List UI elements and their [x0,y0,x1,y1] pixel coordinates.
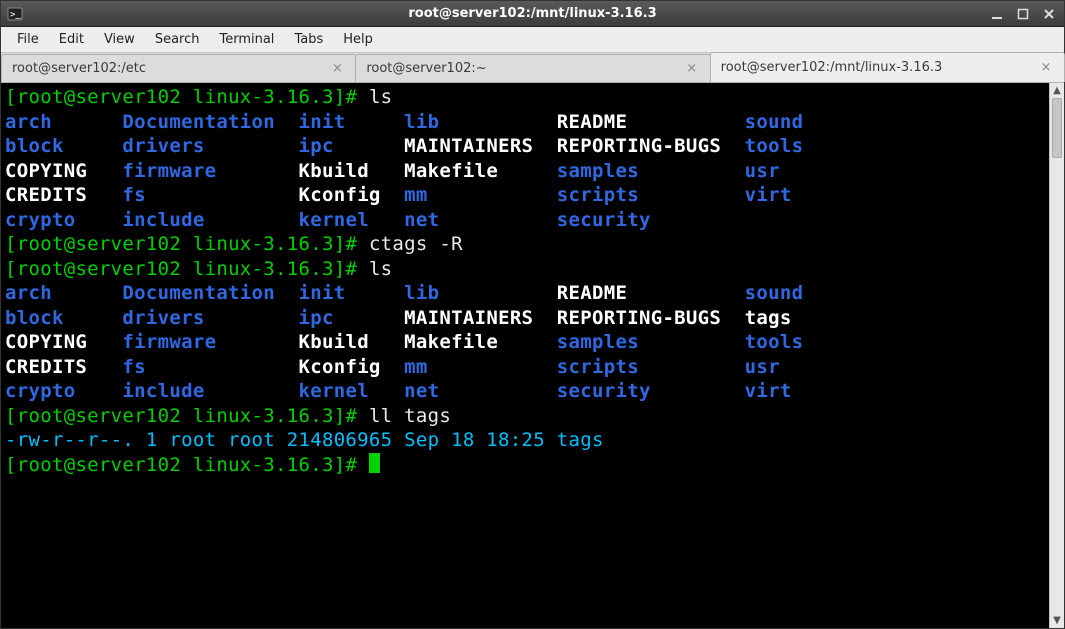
tab-label: root@server102:/mnt/linux-3.16.3 [721,60,1034,75]
terminal-output[interactable]: [root@server102 linux-3.16.3]# ls arch D… [1,83,1049,628]
menu-search[interactable]: Search [147,29,208,50]
menu-file[interactable]: File [9,29,47,50]
menu-edit[interactable]: Edit [51,29,92,50]
terminal-window: >_ root@server102:/mnt/linux-3.16.3 File… [0,0,1065,629]
app-icon: >_ [7,6,23,22]
tab-2[interactable]: root@server102:/mnt/linux-3.16.3 × [710,52,1065,82]
tab-1[interactable]: root@server102:~ × [355,54,710,82]
svg-text:>_: >_ [10,10,21,20]
tab-label: root@server102:/etc [12,61,325,76]
tab-label: root@server102:~ [366,61,679,76]
tab-close-icon[interactable]: × [329,61,345,77]
tab-close-icon[interactable]: × [1038,60,1054,76]
menu-terminal[interactable]: Terminal [211,29,282,50]
terminal-body: [root@server102 linux-3.16.3]# ls arch D… [1,83,1064,628]
window-title: root@server102:/mnt/linux-3.16.3 [1,6,1064,21]
close-button[interactable] [1040,6,1058,22]
window-controls [988,6,1058,22]
menu-view[interactable]: View [96,29,143,50]
maximize-button[interactable] [1014,6,1032,22]
titlebar[interactable]: >_ root@server102:/mnt/linux-3.16.3 [1,1,1064,27]
tab-close-icon[interactable]: × [684,61,700,77]
menubar: File Edit View Search Terminal Tabs Help [1,27,1064,53]
tab-0[interactable]: root@server102:/etc × [1,54,356,82]
menu-help[interactable]: Help [335,29,381,50]
scrollbar[interactable]: ▲ ▼ [1049,83,1064,628]
scroll-up-icon[interactable]: ▲ [1050,83,1064,98]
scroll-thumb[interactable] [1052,98,1062,158]
tabbar: root@server102:/etc × root@server102:~ ×… [1,53,1064,83]
minimize-button[interactable] [988,6,1006,22]
cursor [369,453,380,473]
scroll-down-icon[interactable]: ▼ [1050,613,1064,628]
menu-tabs[interactable]: Tabs [286,29,331,50]
